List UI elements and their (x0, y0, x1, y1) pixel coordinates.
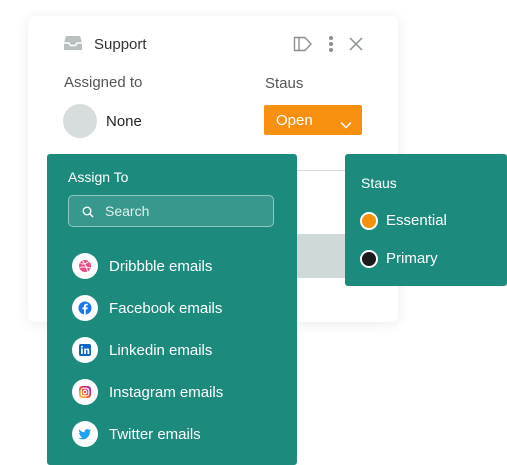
status-color-dot (360, 250, 378, 268)
assign-to-title: Assign To (68, 169, 129, 185)
status-select-value: Open (276, 112, 313, 129)
assign-item-dribbble[interactable]: Dribbble emails (72, 253, 272, 281)
facebook-icon (72, 295, 98, 321)
avatar (63, 104, 97, 138)
status-option-label: Essential (386, 212, 447, 229)
sidebar-toggle-icon[interactable] (293, 34, 313, 54)
assign-item-label: Dribbble emails (109, 258, 213, 275)
assigned-to-label: Assigned to (64, 74, 143, 91)
status-dropdown: Staus Essential Primary (345, 154, 507, 286)
assign-item-facebook[interactable]: Facebook emails (72, 295, 272, 323)
status-dropdown-title: Staus (361, 175, 397, 191)
assign-item-label: Instagram emails (109, 384, 224, 401)
assign-item-twitter[interactable]: Twitter emails (72, 421, 272, 449)
card-title: Support (94, 36, 147, 53)
assign-item-instagram[interactable]: Instagram emails (72, 379, 272, 407)
assign-item-linkedin[interactable]: Linkedin emails (72, 337, 272, 365)
status-select[interactable]: Open (264, 105, 362, 135)
status-color-dot (360, 212, 378, 230)
assign-to-dropdown: Assign To Dribbble emails Facebook email… (47, 154, 297, 465)
more-options-icon[interactable] (321, 34, 341, 54)
instagram-icon (72, 379, 98, 405)
inbox-icon (63, 35, 83, 51)
status-option-essential[interactable]: Essential (360, 210, 500, 232)
search-icon (82, 206, 94, 218)
assign-item-label: Twitter emails (109, 426, 201, 443)
search-field[interactable] (68, 195, 274, 227)
status-label: Staus (265, 75, 304, 92)
chevron-down-icon (340, 116, 352, 134)
dribbble-icon (72, 253, 98, 279)
close-icon[interactable] (346, 34, 366, 54)
card-header: Support (28, 16, 398, 72)
twitter-icon (72, 421, 98, 447)
search-input[interactable] (105, 201, 265, 221)
assign-item-label: Facebook emails (109, 300, 223, 317)
status-option-label: Primary (386, 250, 438, 267)
status-option-primary[interactable]: Primary (360, 248, 500, 270)
assignee-value[interactable]: None (106, 113, 142, 130)
assign-item-label: Linkedin emails (109, 342, 213, 359)
linkedin-icon (72, 337, 98, 363)
